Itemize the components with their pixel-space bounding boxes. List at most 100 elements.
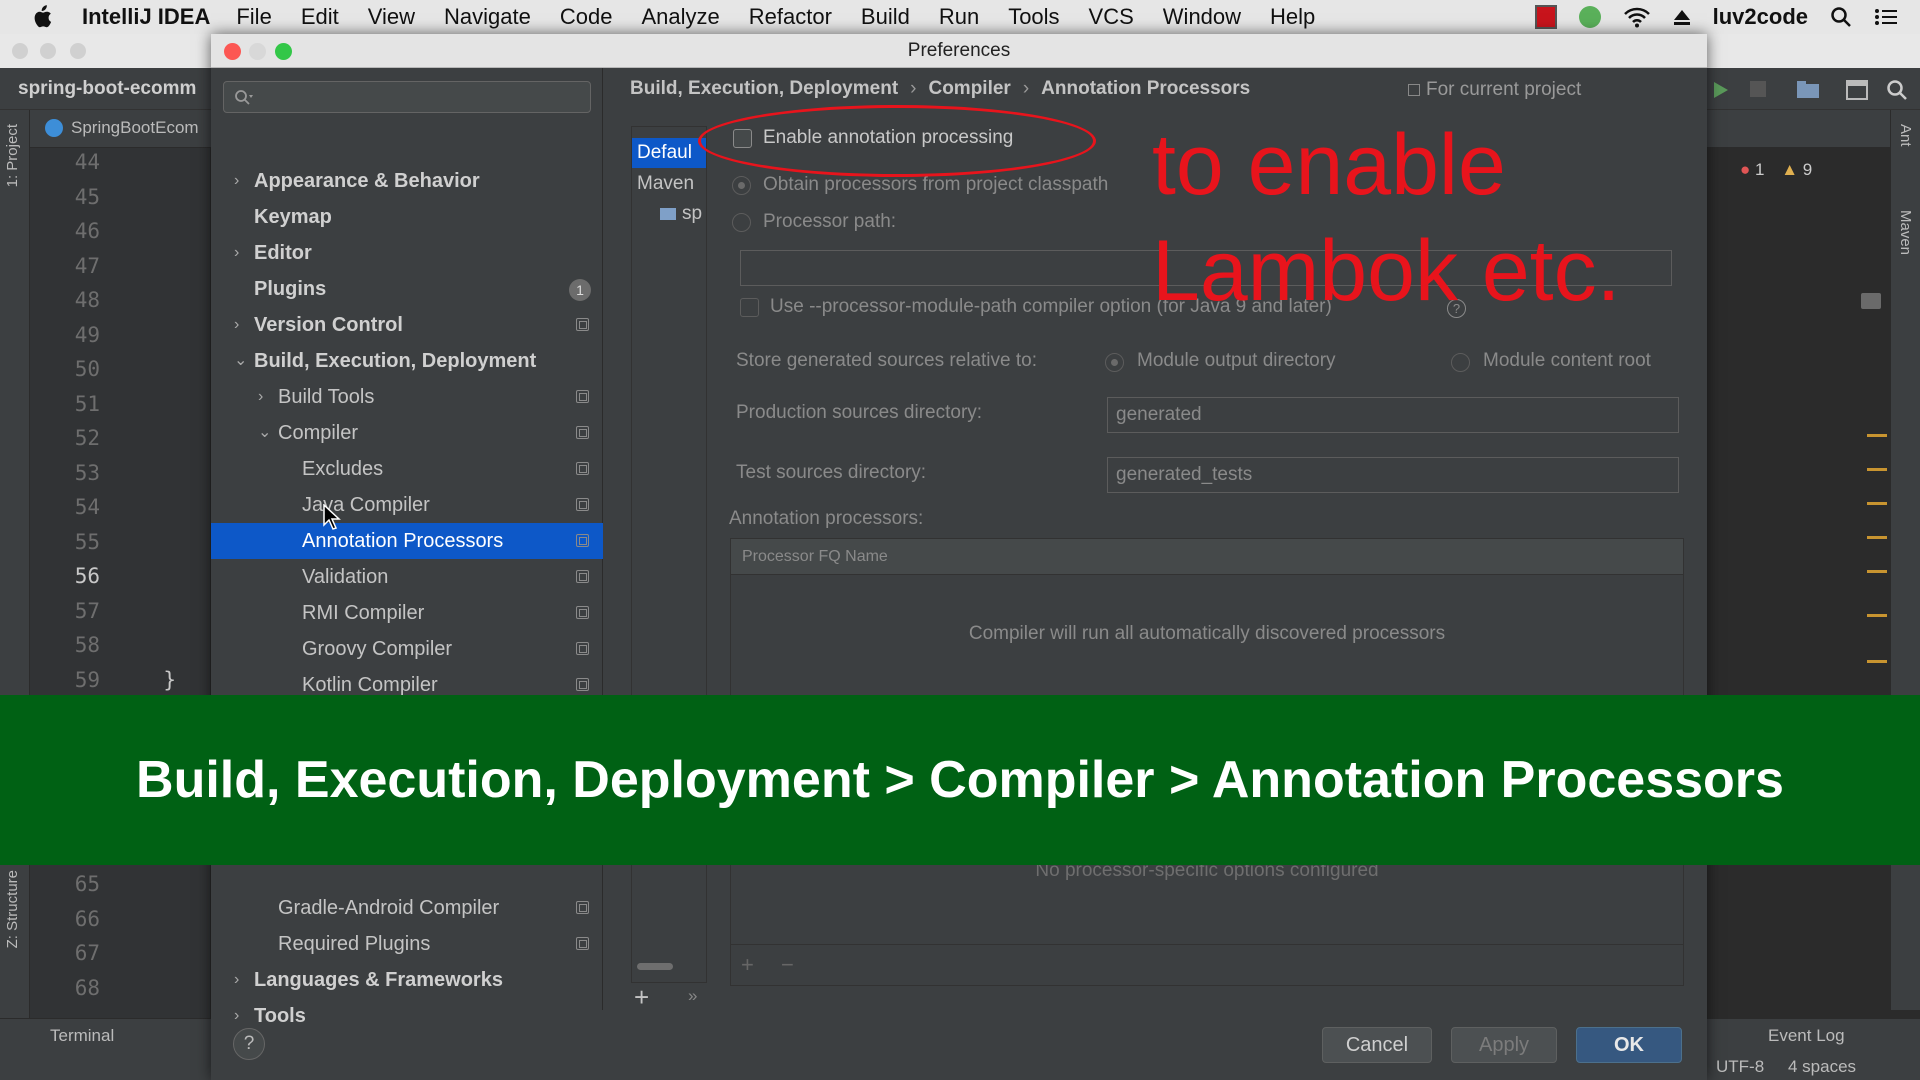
line-number[interactable]: 65 — [75, 872, 100, 896]
chevron-right-icon[interactable]: › — [234, 307, 239, 343]
chevron-right-icon[interactable]: › — [258, 379, 263, 415]
terminal-tool-button[interactable]: Terminal — [50, 1026, 114, 1046]
line-number[interactable]: 54 — [75, 495, 100, 519]
line-number[interactable]: 66 — [75, 907, 100, 931]
dialog-maximize-button[interactable] — [275, 43, 292, 60]
maven-tool-window-button[interactable]: Maven — [1897, 210, 1914, 255]
settings-tree-item-rmi-compiler[interactable]: RMI Compiler — [211, 595, 603, 631]
app-menu-title[interactable]: IntelliJ IDEA — [82, 4, 210, 30]
settings-tree-item-editor[interactable]: › Editor — [211, 235, 603, 271]
menu-view[interactable]: View — [368, 4, 415, 30]
settings-tree-item-plugins[interactable]: Plugins 1 — [211, 271, 603, 307]
profile-module-item[interactable]: sp — [632, 199, 706, 229]
search-everywhere-icon[interactable] — [1886, 79, 1908, 101]
dialog-minimize-button[interactable] — [249, 43, 266, 60]
menu-code[interactable]: Code — [560, 4, 613, 30]
line-number[interactable]: 50 — [75, 357, 100, 381]
menu-refactor[interactable]: Refactor — [749, 4, 832, 30]
menu-vcs[interactable]: VCS — [1089, 4, 1134, 30]
wifi-icon[interactable] — [1623, 6, 1651, 28]
ant-tool-window-button[interactable]: Ant — [1897, 124, 1914, 147]
line-number[interactable]: 57 — [75, 599, 100, 623]
settings-tree-item-version-control[interactable]: › Version Control — [211, 307, 603, 343]
menu-tools[interactable]: Tools — [1008, 4, 1059, 30]
warning-stripe-marker[interactable] — [1867, 536, 1887, 539]
stop-icon[interactable] — [1750, 81, 1766, 97]
settings-tree-item-build-execution-deployment[interactable]: ⌄ Build, Execution, Deployment — [211, 343, 603, 379]
project-structure-icon[interactable] — [1796, 80, 1820, 100]
add-profile-button[interactable]: + — [634, 982, 649, 1013]
chevron-right-icon[interactable]: › — [234, 962, 239, 998]
warning-stripe-marker[interactable] — [1867, 614, 1887, 617]
menu-help[interactable]: Help — [1270, 4, 1315, 30]
menu-window[interactable]: Window — [1163, 4, 1241, 30]
settings-tree-item-tools[interactable]: › Tools — [211, 998, 603, 1034]
ide-minimize-button[interactable] — [40, 43, 56, 59]
line-number[interactable]: 67 — [75, 941, 100, 965]
settings-tree-item-build-tools[interactable]: › Build Tools — [211, 379, 603, 415]
recording-icon[interactable] — [1534, 5, 1557, 29]
chevron-down-icon[interactable]: ⌄ — [258, 415, 271, 451]
warning-stripe-marker[interactable] — [1867, 434, 1887, 437]
settings-tree-item-required-plugins[interactable]: Required Plugins — [211, 926, 603, 962]
module-output-directory-label[interactable]: Module output directory — [1137, 350, 1336, 372]
warning-stripe-marker[interactable] — [1867, 468, 1887, 471]
settings-tree-item-gradle-android-compiler[interactable]: Gradle-Android Compiler — [211, 890, 603, 926]
settings-tree-item-compiler[interactable]: ⌄ Compiler — [211, 415, 603, 451]
warning-stripe-marker[interactable] — [1867, 660, 1887, 663]
more-actions-icon[interactable]: » — [688, 986, 697, 1006]
module-output-directory-radio[interactable] — [1105, 353, 1124, 372]
warning-stripe-marker[interactable] — [1867, 502, 1887, 505]
line-number[interactable]: 68 — [75, 976, 100, 1000]
chevron-right-icon[interactable]: › — [234, 163, 239, 199]
settings-tree-item-languages-frameworks[interactable]: › Languages & Frameworks — [211, 962, 603, 998]
menu-run[interactable]: Run — [939, 4, 979, 30]
module-content-root-radio[interactable] — [1451, 353, 1470, 372]
cancel-button[interactable]: Cancel — [1322, 1027, 1432, 1063]
settings-tree-item-keymap[interactable]: Keymap — [211, 199, 603, 235]
obtain-from-classpath-label[interactable]: Obtain processors from project classpath — [763, 174, 1108, 196]
processor-path-label[interactable]: Processor path: — [763, 211, 896, 233]
settings-search-input[interactable] — [260, 85, 580, 109]
settings-tree-item-annotation-processors[interactable]: Annotation Processors — [211, 523, 603, 559]
apple-logo-icon[interactable] — [30, 5, 52, 29]
eject-icon[interactable] — [1673, 8, 1691, 26]
chevron-right-icon[interactable]: › — [234, 235, 239, 271]
project-name[interactable]: spring-boot-ecomm — [18, 78, 196, 100]
apply-button[interactable]: Apply — [1451, 1027, 1557, 1063]
spotlight-search-icon[interactable] — [1830, 6, 1852, 28]
table-header-processor-fq-name[interactable]: Processor FQ Name — [731, 539, 1683, 575]
file-encoding[interactable]: UTF-8 — [1716, 1057, 1764, 1077]
add-option-button[interactable]: + — [741, 952, 754, 978]
settings-tree-item-excludes[interactable]: Excludes — [211, 451, 603, 487]
line-number[interactable]: 51 — [75, 392, 100, 416]
line-number[interactable]: 47 — [75, 254, 100, 278]
line-number[interactable]: 59 — [75, 668, 100, 692]
editor-file-tab[interactable]: SpringBootEcom — [45, 118, 199, 138]
obtain-from-classpath-radio[interactable] — [732, 176, 751, 195]
module-content-root-label[interactable]: Module content root — [1483, 350, 1651, 372]
settings-search-box[interactable] — [223, 81, 591, 113]
menu-build[interactable]: Build — [861, 4, 910, 30]
help-button[interactable]: ? — [233, 1028, 265, 1060]
profile-item[interactable]: Maven — [632, 169, 706, 199]
test-sources-field[interactable]: generated_tests — [1107, 457, 1679, 493]
ok-button[interactable]: OK — [1576, 1027, 1682, 1063]
production-sources-field[interactable]: generated — [1107, 397, 1679, 433]
line-number[interactable]: 52 — [75, 426, 100, 450]
line-number[interactable]: 56 — [75, 564, 100, 588]
chevron-down-icon[interactable]: ⌄ — [234, 343, 247, 379]
settings-tree-item-appearance-behavior[interactable]: › Appearance & Behavior — [211, 163, 603, 199]
dialog-close-button[interactable] — [224, 43, 241, 60]
line-number[interactable]: 53 — [75, 461, 100, 485]
remove-option-button[interactable]: − — [781, 952, 794, 978]
event-log-button[interactable]: Event Log — [1768, 1026, 1845, 1046]
line-number[interactable]: 46 — [75, 219, 100, 243]
menu-edit[interactable]: Edit — [301, 4, 339, 30]
menu-file[interactable]: File — [236, 4, 271, 30]
line-number[interactable]: 49 — [75, 323, 100, 347]
profile-scrollbar[interactable] — [637, 963, 673, 970]
ide-close-button[interactable] — [12, 43, 28, 59]
structure-tool-window-button[interactable]: Z: Structure — [4, 870, 21, 948]
line-number[interactable]: 48 — [75, 288, 100, 312]
